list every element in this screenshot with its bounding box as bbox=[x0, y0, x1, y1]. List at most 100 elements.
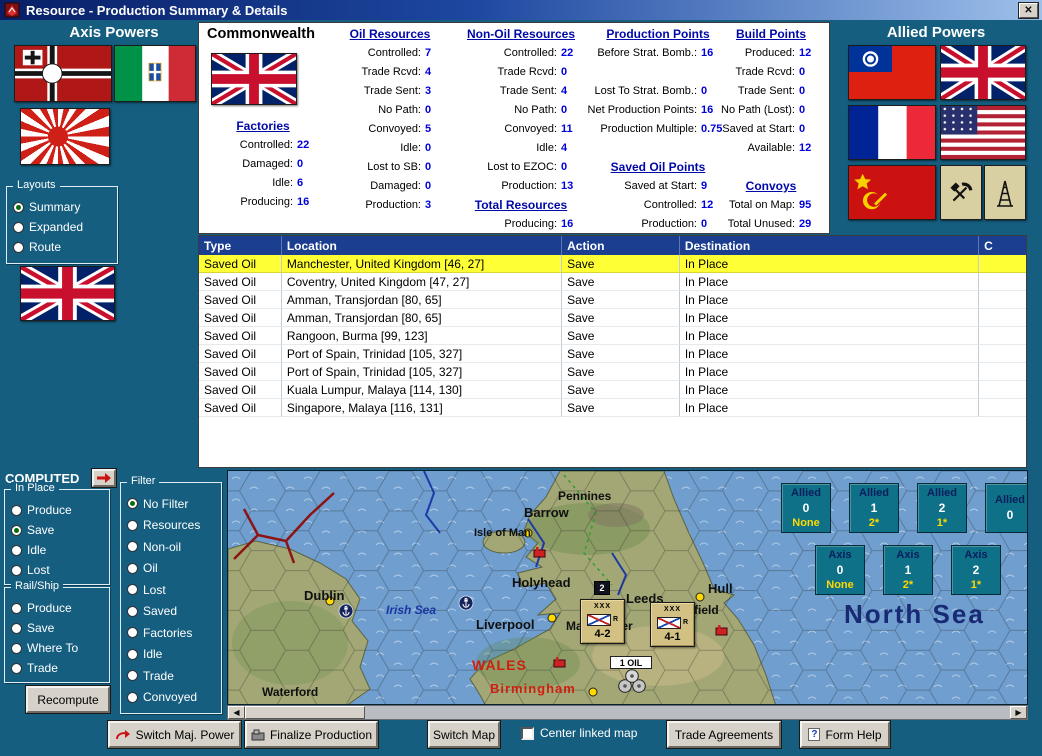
table-row[interactable]: Saved Oil Rangoon, Burma [99, 123] Save … bbox=[199, 327, 1026, 345]
in-place-options: Produce Save Idle Lost bbox=[11, 500, 107, 582]
radio-label: Produce bbox=[27, 503, 72, 517]
radio-label: Route bbox=[29, 240, 62, 254]
filter-radio-option[interactable]: Resources bbox=[127, 515, 219, 537]
radio-label: Produce bbox=[27, 601, 72, 615]
recompute-button[interactable]: Recompute bbox=[26, 686, 110, 713]
center-linked-map-label[interactable]: Center linked map bbox=[540, 726, 637, 740]
trade-agreements-button[interactable]: Trade Agreements bbox=[667, 721, 781, 748]
convoy-pool-box[interactable]: Allied 0 bbox=[985, 483, 1027, 533]
section-header: Production Points bbox=[606, 27, 710, 41]
table-row[interactable]: Saved Oil Manchester, United Kingdom [46… bbox=[199, 255, 1026, 273]
rail-ship-radio-option[interactable]: Where To bbox=[11, 638, 107, 658]
pool-side: Axis bbox=[964, 548, 988, 561]
stat-label: Idle: bbox=[400, 142, 421, 154]
table-row[interactable]: Saved Oil Port of Spain, Trinidad [105, … bbox=[199, 363, 1026, 381]
allied-pool-row: Allied 0 None Allied 1 2* Allied 2 1* Al… bbox=[781, 483, 1027, 533]
form-help-button[interactable]: ? Form Help bbox=[800, 721, 890, 748]
flag-japan[interactable] bbox=[20, 108, 110, 165]
unit-size: XXX bbox=[593, 603, 611, 610]
table-row[interactable]: Saved Oil Amman, Transjordan [80, 65] Sa… bbox=[199, 291, 1026, 309]
layout-radio-option[interactable]: Route bbox=[13, 237, 115, 257]
unit-branch: R bbox=[612, 616, 619, 623]
convoy-pool-box[interactable]: Allied 2 1* bbox=[917, 483, 967, 533]
in-place-radio-option[interactable]: Produce bbox=[11, 500, 107, 520]
stat-entry: Trade Rcvd: 0 bbox=[715, 63, 827, 82]
in-place-radio-option[interactable]: Lost bbox=[11, 560, 107, 580]
table-row[interactable]: Saved Oil Amman, Transjordan [80, 65] Sa… bbox=[199, 309, 1026, 327]
filter-radio-option[interactable]: Saved bbox=[127, 601, 219, 623]
scroll-right-arrow[interactable]: ▶ bbox=[1010, 706, 1027, 719]
center-linked-map-checkbox[interactable] bbox=[521, 727, 534, 740]
table-row[interactable]: Saved Oil Coventry, United Kingdom [47, … bbox=[199, 273, 1026, 291]
stat-label: Saved at Start: bbox=[624, 180, 697, 192]
resources-icon[interactable] bbox=[940, 165, 982, 220]
stat-label: Saved at Start: bbox=[722, 123, 795, 135]
switch-map-button[interactable]: Switch Map bbox=[428, 721, 500, 748]
flag-italy[interactable] bbox=[114, 45, 196, 102]
switch-major-power-button[interactable]: Switch Maj. Power bbox=[108, 721, 241, 748]
filter-radio-option[interactable]: Convoyed bbox=[127, 687, 219, 709]
in-place-radio-option[interactable]: Idle bbox=[11, 540, 107, 560]
filter-radio-option[interactable]: Idle bbox=[127, 644, 219, 666]
radio-icon bbox=[11, 662, 22, 674]
stat-value: 0 bbox=[425, 161, 432, 173]
map[interactable]: Pennines Barrow Isle of Man Holyhead Lee… bbox=[227, 470, 1028, 705]
filter-group: Filter No Filter Resources Non-oil Oil L… bbox=[120, 475, 222, 714]
filter-radio-option[interactable]: Trade bbox=[127, 665, 219, 687]
filter-radio-option[interactable]: Oil bbox=[127, 558, 219, 580]
filter-group-title: Filter bbox=[127, 475, 160, 487]
pool-number: 2 bbox=[938, 500, 946, 515]
rail-ship-radio-option[interactable]: Save bbox=[11, 618, 107, 638]
flag-usa[interactable] bbox=[940, 105, 1026, 160]
stat-value: 0 bbox=[561, 66, 568, 78]
convoy-pool-box[interactable]: Axis 2 1* bbox=[951, 545, 1001, 595]
stat-entry: Idle: 6 bbox=[201, 174, 325, 193]
unit-counter-1[interactable]: XXX R 4-2 bbox=[580, 599, 625, 644]
scroll-left-arrow[interactable]: ◀ bbox=[228, 706, 245, 719]
filter-radio-option[interactable]: Factories bbox=[127, 622, 219, 644]
filter-radio-option[interactable]: Non-oil bbox=[127, 536, 219, 558]
flag-china[interactable] bbox=[848, 45, 936, 100]
convoy-pool-box[interactable]: Allied 1 2* bbox=[849, 483, 899, 533]
rail-ship-radio-option[interactable]: Trade bbox=[11, 658, 107, 678]
aa-counter[interactable]: 2 bbox=[594, 581, 610, 595]
cell-type: Saved Oil bbox=[199, 309, 282, 327]
flag-germany[interactable] bbox=[14, 45, 112, 102]
radio-icon bbox=[13, 221, 24, 233]
flag-france[interactable] bbox=[848, 105, 936, 160]
pool-value: 2* bbox=[902, 578, 914, 591]
layout-radio-option[interactable]: Summary bbox=[13, 197, 115, 217]
table-row[interactable]: Saved Oil Kuala Lumpur, Malaya [114, 130… bbox=[199, 381, 1026, 399]
flag-ussr[interactable] bbox=[848, 165, 936, 220]
convoy-pool-box[interactable]: Axis 0 None bbox=[815, 545, 865, 595]
table-row[interactable]: Saved Oil Singapore, Malaya [116, 131] S… bbox=[199, 399, 1026, 417]
layout-radio-option[interactable]: Expanded bbox=[13, 217, 115, 237]
unit-branch: R bbox=[682, 619, 689, 626]
cell-c bbox=[979, 291, 1026, 309]
flag-commonwealth-current[interactable] bbox=[20, 266, 115, 321]
convoy-pool-box[interactable]: Allied 0 None bbox=[781, 483, 831, 533]
filter-radio-option[interactable]: Lost bbox=[127, 579, 219, 601]
filter-radio-option[interactable]: No Filter bbox=[127, 493, 219, 515]
production-points-column: Production Points Before Strat. Bomb.: 16… bbox=[587, 25, 729, 234]
convoy-pool-box[interactable]: Axis 1 2* bbox=[883, 545, 933, 595]
stat-entry: Oil Resources bbox=[327, 25, 453, 44]
flag-uk[interactable] bbox=[940, 45, 1026, 100]
radio-icon bbox=[127, 584, 138, 596]
map-horizontal-scrollbar[interactable]: ◀ ▶ bbox=[227, 705, 1028, 720]
stat-entry: Total Unused: 29 bbox=[715, 215, 827, 234]
in-place-radio-option[interactable]: Save bbox=[11, 520, 107, 540]
rail-ship-radio-option[interactable]: Produce bbox=[11, 598, 107, 618]
close-button[interactable]: ✕ bbox=[1019, 2, 1038, 18]
unit-counter-2[interactable]: XXX R 4-1 bbox=[650, 602, 695, 647]
table-row[interactable]: Saved Oil Port of Spain, Trinidad [105, … bbox=[199, 345, 1026, 363]
finalize-production-button[interactable]: Finalize Production bbox=[245, 721, 378, 748]
radio-label: Trade bbox=[143, 668, 174, 683]
scrollbar-thumb[interactable] bbox=[245, 706, 365, 719]
pool-side: Allied bbox=[927, 486, 957, 499]
oil-derrick-icon[interactable] bbox=[984, 165, 1026, 220]
radio-label: Summary bbox=[29, 200, 81, 214]
stat-entry: Trade Rcvd: 0 bbox=[453, 63, 589, 82]
computed-arrow-button[interactable] bbox=[92, 469, 116, 487]
stat-label: Controlled: bbox=[367, 47, 421, 59]
